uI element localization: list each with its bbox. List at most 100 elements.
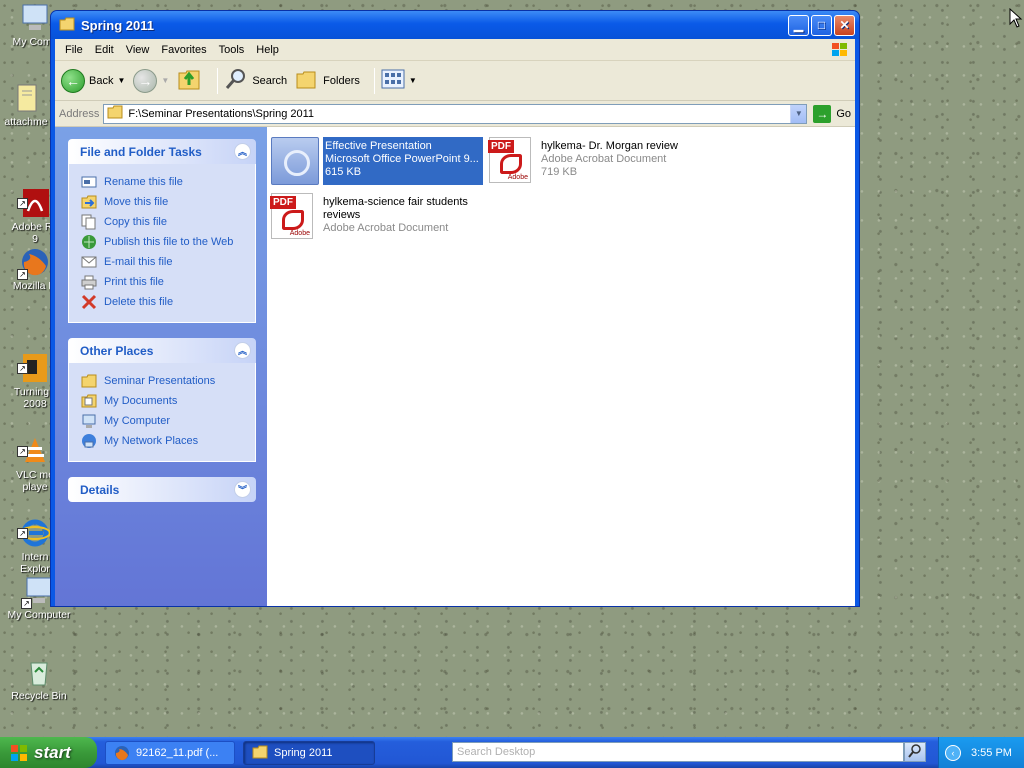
expand-icon[interactable]: ︾ [234, 481, 251, 498]
address-input[interactable]: F:\Seminar Presentations\Spring 2011 ▼ [103, 103, 808, 124]
back-label: Back [89, 74, 114, 87]
desktop-search-button[interactable] [904, 742, 926, 762]
task-move[interactable]: Move this file [81, 192, 245, 212]
copy-icon [81, 214, 97, 230]
up-folder-button[interactable] [177, 67, 203, 94]
task-rename[interactable]: Rename this file [81, 172, 245, 192]
toolbar-separator [217, 67, 219, 94]
my-documents-icon [81, 393, 97, 409]
menu-file[interactable]: File [59, 44, 89, 56]
other-places-header[interactable]: Other Places ︽ [68, 338, 256, 363]
collapse-icon[interactable]: ︽ [234, 342, 251, 359]
file-type: Adobe Acrobat Document [541, 153, 667, 165]
file-folder-tasks-panel: File and Folder Tasks ︽ Rename this file… [68, 139, 256, 323]
folders-label: Folders [323, 74, 360, 87]
menu-tools[interactable]: Tools [213, 44, 251, 56]
file-item-effective-presentation[interactable]: Effective Presentation Microsoft Office … [271, 137, 483, 185]
acrobat-logo-icon [282, 210, 304, 230]
my-computer-icon [81, 413, 97, 429]
title-bar[interactable]: Spring 2011 ▁ □ ✕ [51, 11, 859, 39]
chevron-down-icon[interactable]: ▼ [409, 76, 417, 85]
task-delete[interactable]: Delete this file [81, 292, 245, 312]
menu-edit[interactable]: Edit [89, 44, 120, 56]
task-email[interactable]: E-mail this file [81, 252, 245, 272]
task-label: Publish this file to the Web [104, 236, 234, 248]
windows-flag-icon [10, 744, 28, 762]
file-folder-tasks-body: Rename this file Move this file Copy thi… [68, 164, 256, 323]
minimize-button[interactable]: ▁ [788, 14, 809, 36]
adobe-label: Adobe [507, 174, 528, 181]
place-my-computer[interactable]: My Computer [81, 411, 245, 431]
taskbar-button-pdf[interactable]: 92162_11.pdf (... [105, 740, 235, 765]
file-folder-tasks-header[interactable]: File and Folder Tasks ︽ [68, 139, 256, 164]
file-item-science-fair-reviews[interactable]: PDF Adobe hylkema-science fair students … [270, 193, 468, 241]
file-item-dr-morgan-review[interactable]: PDF Adobe hylkema- Dr. Morgan review Ado… [488, 137, 678, 185]
menu-favorites[interactable]: Favorites [155, 44, 212, 56]
file-name-line-2: reviews [323, 209, 361, 221]
place-label: My Documents [104, 395, 178, 407]
file-name: hylkema-science fair students [323, 196, 468, 208]
task-copy[interactable]: Copy this file [81, 212, 245, 232]
pdf-tag: PDF [270, 196, 296, 209]
adobe-label: Adobe [289, 230, 310, 237]
window-content: File and Folder Tasks ︽ Rename this file… [55, 127, 855, 606]
pdf-file-icon: PDF Adobe [488, 137, 537, 185]
start-label: start [34, 742, 71, 762]
minimize-icon: ▁ [793, 18, 804, 32]
task-pane: File and Folder Tasks ︽ Rename this file… [55, 127, 267, 606]
internet-explorer-icon: ↗ [17, 505, 51, 547]
start-button[interactable]: start [0, 737, 97, 768]
taskbar: start 92162_11.pdf (... Spring 2011 Sear… [0, 737, 1024, 768]
task-label: Move this file [104, 196, 169, 208]
window-title: Spring 2011 [81, 17, 154, 33]
menu-view[interactable]: View [120, 44, 156, 56]
place-my-network-places[interactable]: My Network Places [81, 431, 245, 451]
place-my-documents[interactable]: My Documents [81, 391, 245, 411]
views-button[interactable]: ▼ [381, 69, 417, 92]
desktop-search-input[interactable]: Search Desktop [452, 742, 904, 762]
maximize-button[interactable]: □ [811, 14, 832, 36]
place-seminar-presentations[interactable]: Seminar Presentations [81, 371, 245, 391]
address-dropdown-button[interactable]: ▼ [790, 104, 807, 123]
close-button[interactable]: ✕ [834, 14, 855, 36]
address-value: F:\Seminar Presentations\Spring 2011 [128, 107, 315, 120]
task-label: Delete this file [104, 296, 174, 308]
chevron-down-icon[interactable]: ▼ [161, 76, 169, 85]
show-hidden-icons-button[interactable]: ‹ [945, 744, 961, 761]
my-computer-icon [19, 2, 51, 34]
taskbar-button-spring-2011[interactable]: Spring 2011 [243, 740, 375, 765]
turningpoint-icon: ↗ [17, 340, 51, 382]
back-button[interactable]: ← Back ▼ [61, 68, 125, 93]
menu-help[interactable]: Help [250, 44, 285, 56]
file-size: 719 KB [541, 166, 578, 178]
acrobat-logo-icon [500, 154, 522, 174]
search-placeholder: Search Desktop [457, 746, 536, 758]
print-icon [81, 274, 97, 290]
folder-icon [81, 373, 97, 389]
chevron-down-icon[interactable]: ▼ [117, 76, 125, 85]
search-button[interactable]: Search [224, 67, 287, 94]
adobe-reader-icon: ↗ [17, 175, 51, 217]
panel-title: File and Folder Tasks [80, 144, 202, 159]
task-print[interactable]: Print this file [81, 272, 245, 292]
folders-button[interactable]: Folders [295, 68, 360, 93]
task-publish[interactable]: Publish this file to the Web [81, 232, 245, 252]
file-icon [10, 82, 42, 114]
network-places-icon [81, 433, 97, 449]
email-icon [81, 254, 97, 270]
powerpoint-file-icon [271, 137, 319, 185]
shortcut-arrow-icon: ↗ [17, 446, 28, 457]
collapse-icon[interactable]: ︽ [234, 143, 251, 160]
desktop-icon-recycle-bin[interactable]: Recycle Bin [1, 656, 77, 702]
explorer-window: Spring 2011 ▁ □ ✕ File Edit View Favorit… [50, 10, 860, 607]
search-icon [224, 67, 248, 94]
details-header[interactable]: Details ︾ [68, 477, 256, 502]
place-label: My Network Places [104, 435, 199, 447]
views-icon [381, 69, 405, 92]
clock[interactable]: 3:55 PM [971, 747, 1012, 759]
go-button[interactable]: → Go [813, 104, 851, 123]
forward-button[interactable]: → ▼ [133, 68, 169, 93]
taskbar-button-label: Spring 2011 [274, 746, 333, 759]
place-label: Seminar Presentations [104, 375, 216, 387]
recycle-bin-icon [23, 656, 55, 688]
